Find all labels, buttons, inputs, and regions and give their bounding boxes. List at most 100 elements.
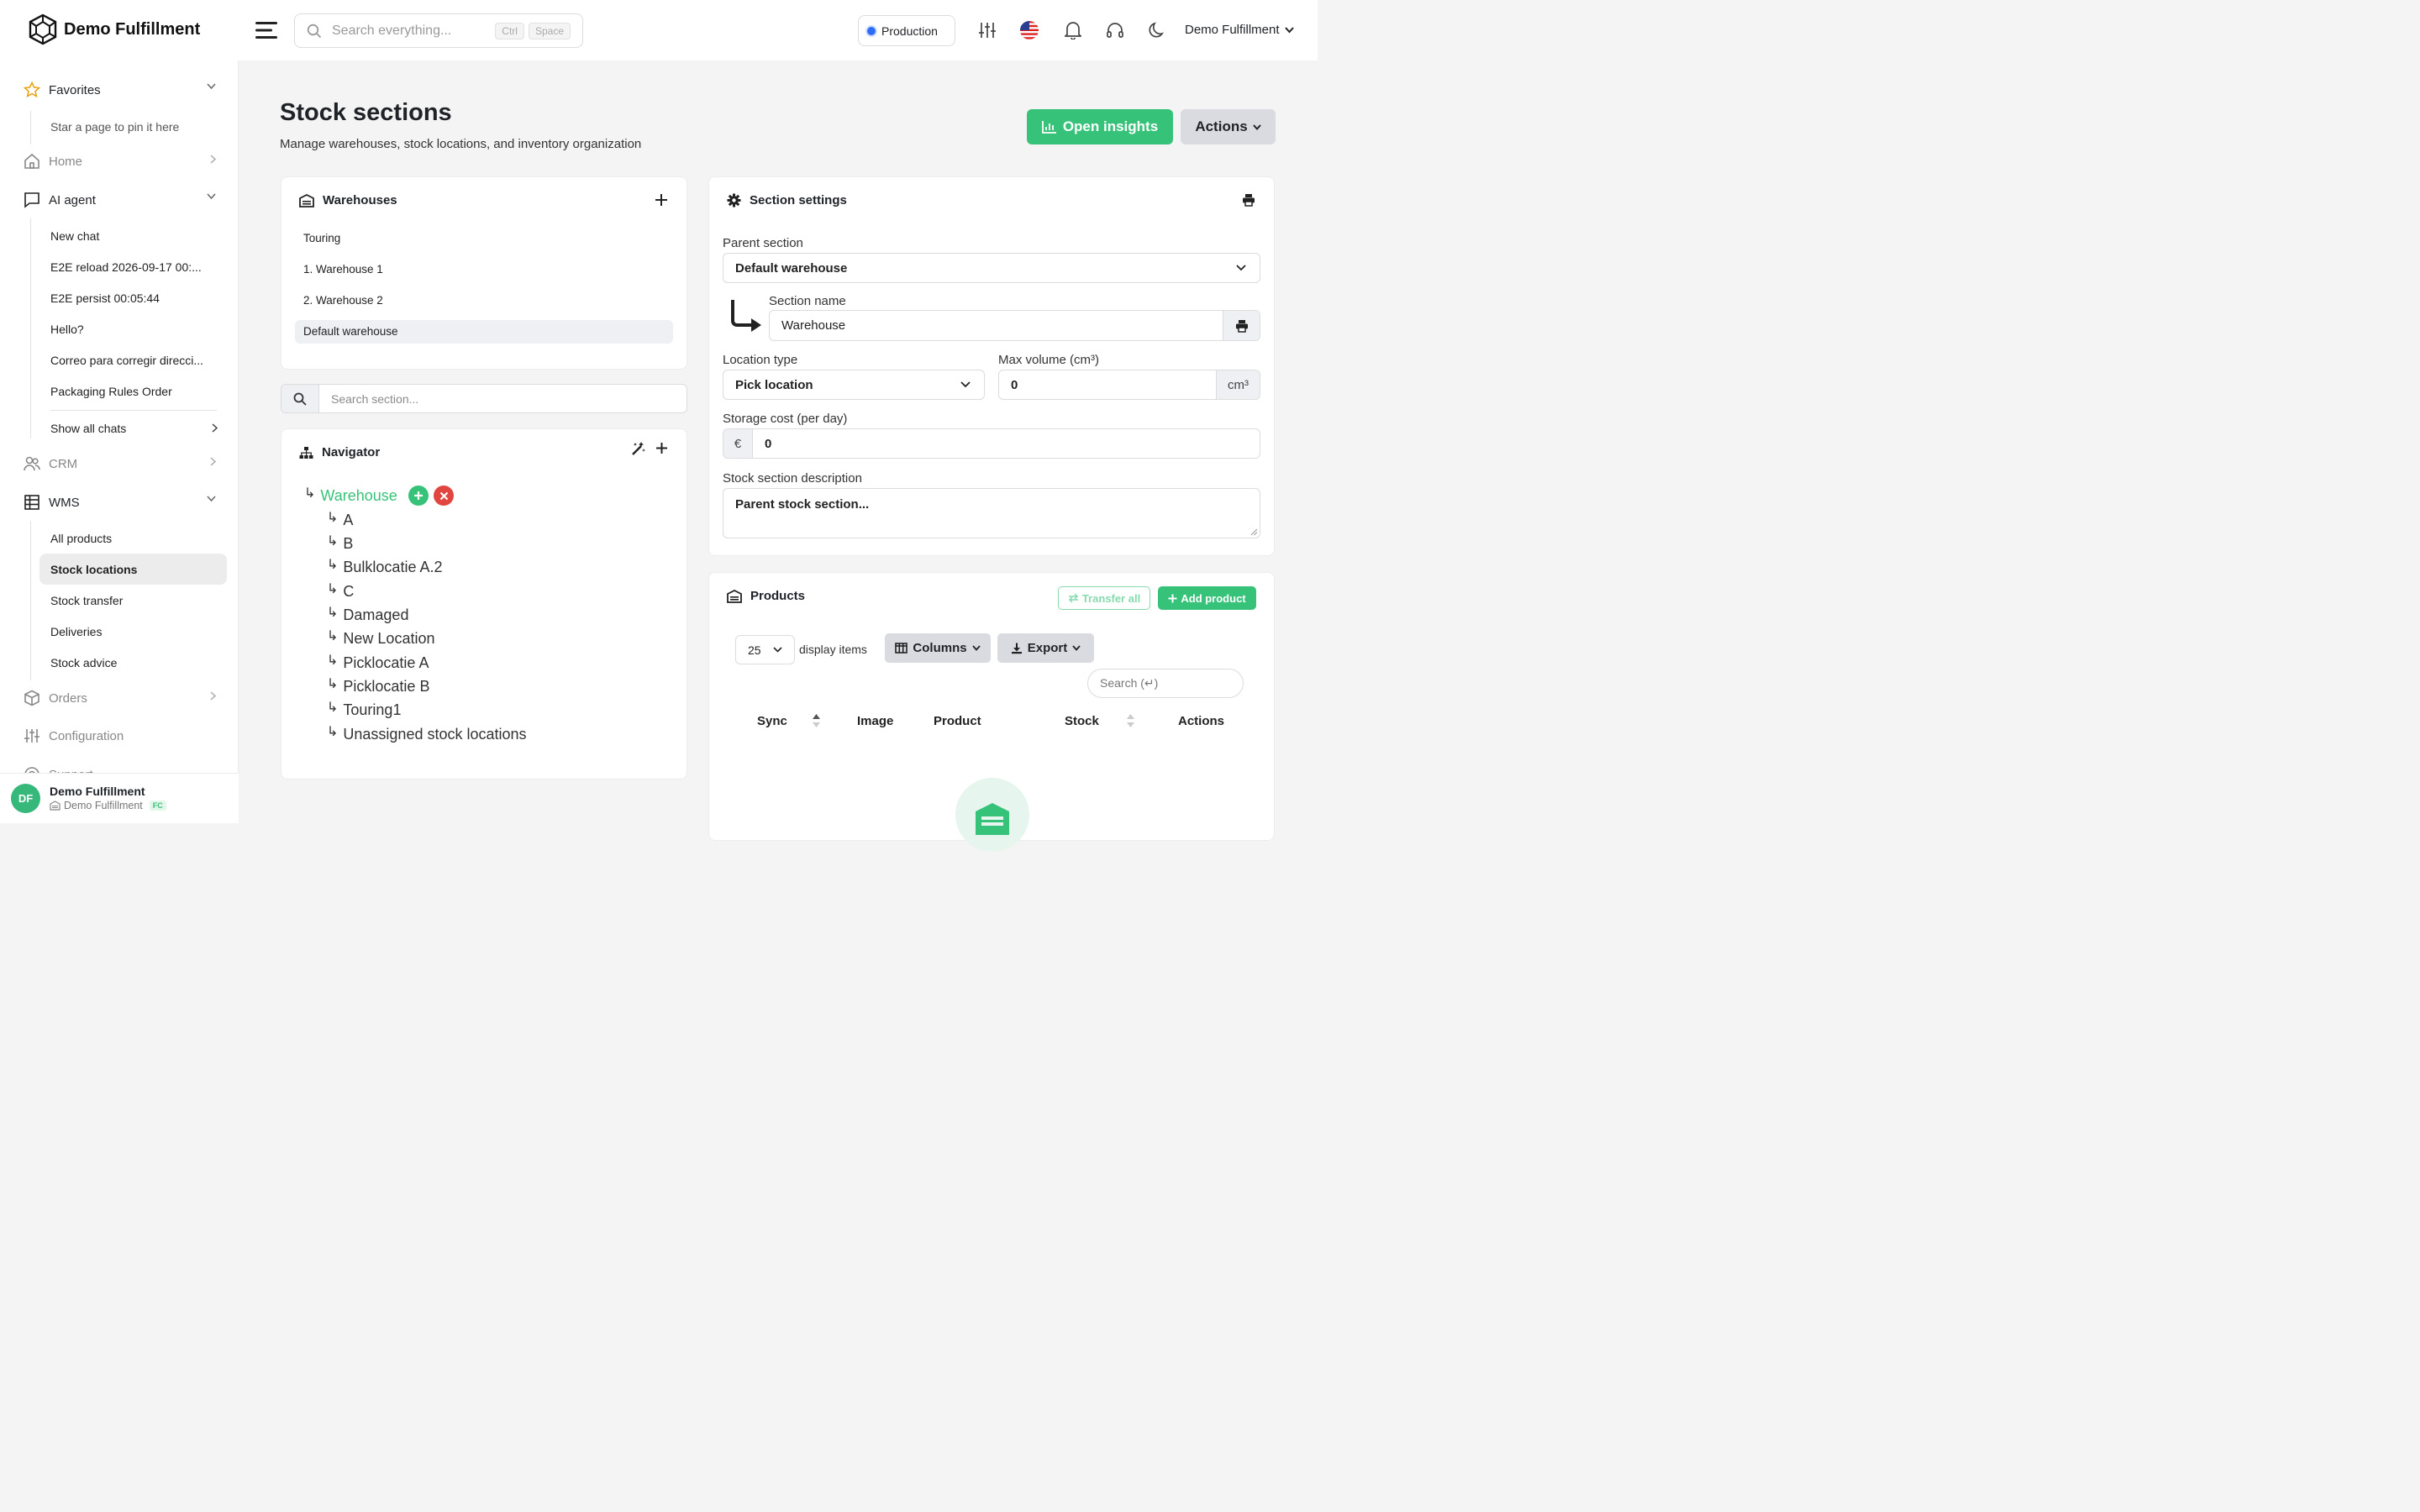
sidebar-item-configuration[interactable]: Configuration (24, 727, 124, 744)
tree-child[interactable]: ↳ Touring1 (327, 701, 401, 719)
bell-icon[interactable] (1065, 21, 1081, 39)
chat-item[interactable]: E2E persist 00:05:44 (50, 291, 160, 305)
location-type-select[interactable]: Pick location (723, 370, 985, 400)
sliders-icon[interactable] (978, 21, 997, 39)
column-header-product[interactable]: Product (934, 714, 981, 728)
open-insights-label: Open insights (1062, 118, 1159, 134)
chat-item[interactable]: Correo para corregir direcci... (50, 354, 203, 367)
add-warehouse-icon[interactable] (655, 193, 668, 207)
magic-wand-icon[interactable] (631, 441, 646, 456)
navigator-title: Navigator (322, 445, 381, 459)
section-search-placeholder: Search section... (331, 391, 419, 406)
section-settings-title: Section settings (750, 193, 847, 207)
column-header-actions: Actions (1178, 714, 1225, 728)
open-insights-button[interactable]: Open insights (1027, 109, 1173, 144)
tree-branch-icon: ↳ (327, 605, 339, 620)
add-section-icon[interactable] (655, 442, 668, 454)
tree-child[interactable]: ↳ Unassigned stock locations (327, 725, 527, 743)
section-settings-title-wrap: Section settings (727, 193, 847, 207)
tree-child[interactable]: ↳ Bulklocatie A.2 (327, 558, 442, 576)
sidebar-item-deliveries[interactable]: Deliveries (50, 625, 102, 638)
sidebar-item-crm[interactable]: CRM (24, 455, 216, 472)
moon-icon[interactable] (1148, 21, 1166, 39)
app-logo[interactable]: Demo Fulfillment (27, 13, 200, 45)
section-search-input[interactable]: Search section... (281, 384, 687, 413)
tree-child[interactable]: ↳ Damaged (327, 606, 408, 624)
tree-child[interactable]: ↳ C (327, 582, 354, 601)
description-label: Stock section description (723, 471, 862, 486)
actions-button[interactable]: Actions (1181, 109, 1276, 144)
section-name-input[interactable]: Warehouse (769, 310, 1260, 341)
chat-item[interactable]: New chat (50, 229, 99, 243)
products-search-placeholder: Search (↵) (1100, 676, 1159, 690)
sort-icon[interactable] (813, 714, 820, 727)
avatar[interactable]: DF (11, 784, 40, 813)
tree-child[interactable]: ↳ B (327, 534, 353, 553)
show-all-chats-link[interactable]: Show all chats (50, 422, 218, 435)
sidebar-item-favorites[interactable]: Favorites (24, 81, 216, 98)
environment-switch[interactable]: Production (858, 15, 955, 46)
add-product-button[interactable]: Add product (1158, 586, 1256, 610)
page-size-select[interactable]: 25 (735, 635, 795, 664)
sidebar-item-orders[interactable]: Orders (24, 690, 216, 706)
max-volume-unit: cm³ (1216, 370, 1260, 399)
tree-remove-icon[interactable] (434, 486, 454, 506)
sidebar-item-home[interactable]: Home (24, 153, 216, 170)
global-search-input[interactable]: Search everything... Ctrl Space (294, 13, 583, 48)
location-type-value: Pick location (735, 377, 813, 392)
sidebar-item-label: WMS (49, 495, 80, 510)
sidebar-item-ai-agent[interactable]: AI agent (24, 192, 216, 208)
warehouse-item[interactable]: 1. Warehouse 1 (303, 263, 383, 276)
tree-add-child-icon[interactable] (408, 486, 429, 506)
print-name-icon[interactable] (1223, 311, 1260, 340)
sidebar-item-label: AI agent (49, 192, 96, 207)
export-button[interactable]: Export (997, 633, 1094, 663)
tree-root[interactable]: ↳ Warehouse (304, 486, 397, 505)
favorites-hint: Star a page to pin it here (50, 120, 180, 134)
warehouse-item[interactable]: Touring (303, 232, 340, 244)
us-flag-icon[interactable] (1019, 20, 1039, 40)
sidebar-item-label: CRM (49, 456, 78, 471)
column-header-sync[interactable]: Sync (757, 714, 787, 728)
description-textarea[interactable]: Parent stock section... (723, 488, 1260, 538)
show-all-chats-label: Show all chats (50, 422, 127, 435)
tree-child[interactable]: ↳ A (327, 511, 353, 529)
products-search-input[interactable]: Search (↵) (1087, 669, 1244, 698)
tree-child[interactable]: ↳ New Location (327, 629, 434, 648)
column-header-stock[interactable]: Stock (1065, 714, 1099, 728)
column-header-image: Image (857, 714, 894, 728)
gear-icon (727, 193, 741, 207)
resize-handle-icon[interactable] (1250, 528, 1258, 536)
tree-branch-icon: ↳ (327, 676, 339, 691)
headset-icon[interactable] (1106, 21, 1124, 39)
sidebar-item-label: Orders (49, 690, 87, 706)
footer-org-name: Demo Fulfillment (64, 800, 143, 811)
warehouse-item[interactable]: 2. Warehouse 2 (303, 294, 383, 307)
chevron-down-icon (960, 381, 971, 388)
user-menu[interactable]: Demo Fulfillment (1185, 23, 1294, 37)
columns-button[interactable]: Columns (885, 633, 991, 663)
warehouse-item-selected[interactable]: Default warehouse (303, 325, 398, 338)
chat-item[interactable]: E2E reload 2026-09-17 00:... (50, 260, 202, 274)
chevron-down-icon (207, 496, 216, 502)
sidebar-item-stock-advice[interactable]: Stock advice (50, 656, 117, 669)
sidebar-item-stock-transfer[interactable]: Stock transfer (50, 594, 123, 607)
sidebar-item-stock-locations[interactable]: Stock locations (50, 563, 137, 576)
display-items-label: display items (799, 643, 867, 656)
menu-toggle-icon[interactable] (255, 20, 278, 40)
tree-branch-icon: ↳ (327, 653, 339, 668)
chat-item[interactable]: Packaging Rules Order (50, 385, 172, 398)
chat-item[interactable]: Hello? (50, 323, 84, 336)
storage-cost-input[interactable]: € 0 (723, 428, 1260, 459)
max-volume-input[interactable]: 0 cm³ (998, 370, 1260, 400)
sidebar-item-wms[interactable]: WMS (24, 494, 216, 511)
sort-icon[interactable] (1127, 714, 1134, 727)
tree-child[interactable]: ↳ Picklocatie A (327, 654, 429, 672)
transfer-all-button[interactable]: Transfer all (1058, 586, 1150, 610)
tree-child[interactable]: ↳ Picklocatie B (327, 676, 429, 696)
print-icon[interactable] (1242, 193, 1255, 207)
parent-section-select[interactable]: Default warehouse (723, 253, 1260, 283)
currency-addon: € (723, 429, 753, 458)
sidebar-item-all-products[interactable]: All products (50, 532, 112, 545)
chevron-down-icon (1236, 265, 1246, 271)
